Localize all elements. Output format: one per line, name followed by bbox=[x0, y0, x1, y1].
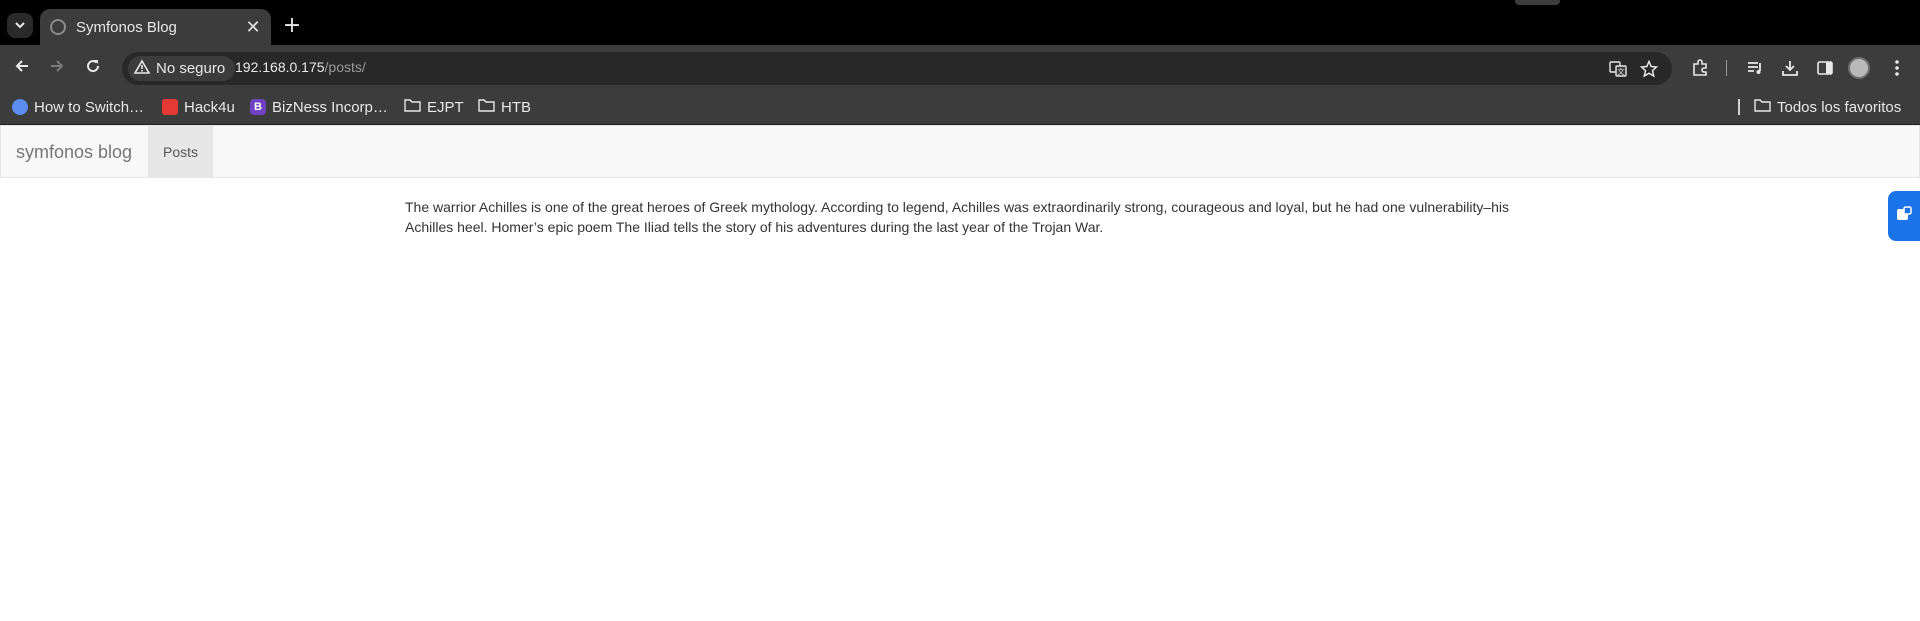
folder-icon bbox=[1754, 98, 1771, 116]
bookmark-bizness[interactable]: B BizNess Incorp… bbox=[250, 95, 388, 119]
tab-symfonos-blog[interactable]: Symfonos Blog ✕ bbox=[40, 9, 271, 45]
bookmarks-divider bbox=[1738, 99, 1740, 115]
bookmark-folder-htb[interactable]: HTB bbox=[478, 95, 531, 119]
svg-text:文: 文 bbox=[1618, 67, 1625, 76]
site-favicon-icon bbox=[12, 99, 28, 115]
folder-icon bbox=[404, 98, 421, 116]
post-body: The warrior Achilles is one of the great… bbox=[405, 199, 1510, 235]
bookmark-how-to-switch[interactable]: How to Switch… bbox=[12, 95, 144, 119]
star-icon[interactable] bbox=[1638, 58, 1660, 80]
tab-title: Symfonos Blog bbox=[76, 18, 177, 36]
new-tab-button[interactable]: + bbox=[280, 13, 304, 38]
site-brand-link[interactable]: symfonos blog bbox=[16, 142, 132, 163]
reload-button[interactable] bbox=[80, 55, 106, 81]
bookmark-label: EJPT bbox=[427, 98, 464, 116]
menu-kebab-icon[interactable] bbox=[1884, 55, 1910, 81]
toolbar-divider bbox=[1726, 60, 1727, 76]
bookmark-label: BizNess Incorp… bbox=[272, 98, 388, 116]
bookmark-label: How to Switch… bbox=[34, 98, 145, 116]
security-label: No seguro bbox=[156, 60, 226, 77]
bookmark-hack4u[interactable]: Hack4u bbox=[162, 95, 235, 119]
arrow-right-icon bbox=[49, 58, 65, 78]
warning-icon bbox=[133, 58, 151, 79]
tab-search-button[interactable] bbox=[7, 13, 33, 38]
all-bookmarks-folder[interactable]: Todos los favoritos bbox=[1754, 95, 1901, 119]
url-text[interactable]: 192.168.0.175/posts/ bbox=[235, 59, 366, 75]
site-navbar: symfonos blog Posts bbox=[0, 125, 1920, 178]
folder-icon bbox=[478, 98, 495, 116]
profile-avatar[interactable] bbox=[1848, 57, 1870, 79]
browser-toolbar: No seguro 192.168.0.175/posts/ 文 bbox=[0, 45, 1920, 89]
security-chip[interactable]: No seguro bbox=[128, 56, 236, 81]
bookmark-folder-ejpt[interactable]: EJPT bbox=[404, 95, 464, 119]
page-content: symfonos blog Posts The warrior Achilles… bbox=[0, 125, 1920, 621]
bookmark-label: Hack4u bbox=[184, 98, 235, 116]
bizness-favicon-icon: B bbox=[250, 99, 266, 115]
reload-icon bbox=[85, 58, 101, 78]
extensions-icon[interactable] bbox=[1687, 55, 1713, 81]
widget-icon bbox=[1895, 205, 1913, 227]
nav-posts-link[interactable]: Posts bbox=[148, 126, 213, 178]
window-drag-handle bbox=[1515, 0, 1560, 5]
side-widget-button[interactable] bbox=[1888, 191, 1920, 241]
arrow-left-icon bbox=[14, 58, 30, 78]
back-button[interactable] bbox=[9, 55, 35, 81]
all-bookmarks-label: Todos los favoritos bbox=[1777, 98, 1902, 116]
media-controls-icon[interactable] bbox=[1742, 55, 1768, 81]
download-icon[interactable] bbox=[1777, 55, 1803, 81]
close-icon[interactable]: ✕ bbox=[241, 15, 265, 39]
bookmark-label: HTB bbox=[501, 98, 531, 116]
hack4u-favicon-icon bbox=[162, 99, 178, 115]
forward-button[interactable] bbox=[44, 55, 70, 81]
url-path: /posts/ bbox=[324, 59, 366, 75]
bookmarks-bar: How to Switch… Hack4u B BizNess Incorp… … bbox=[0, 89, 1920, 125]
side-panel-icon[interactable] bbox=[1812, 55, 1838, 81]
globe-icon bbox=[50, 19, 66, 35]
address-bar[interactable]: No seguro 192.168.0.175/posts/ 文 bbox=[122, 52, 1672, 85]
translate-icon[interactable]: 文 bbox=[1607, 58, 1629, 80]
tab-strip: Symfonos Blog ✕ + bbox=[0, 0, 1920, 45]
url-host: 192.168.0.175 bbox=[235, 59, 325, 75]
chevron-down-icon bbox=[14, 16, 26, 35]
